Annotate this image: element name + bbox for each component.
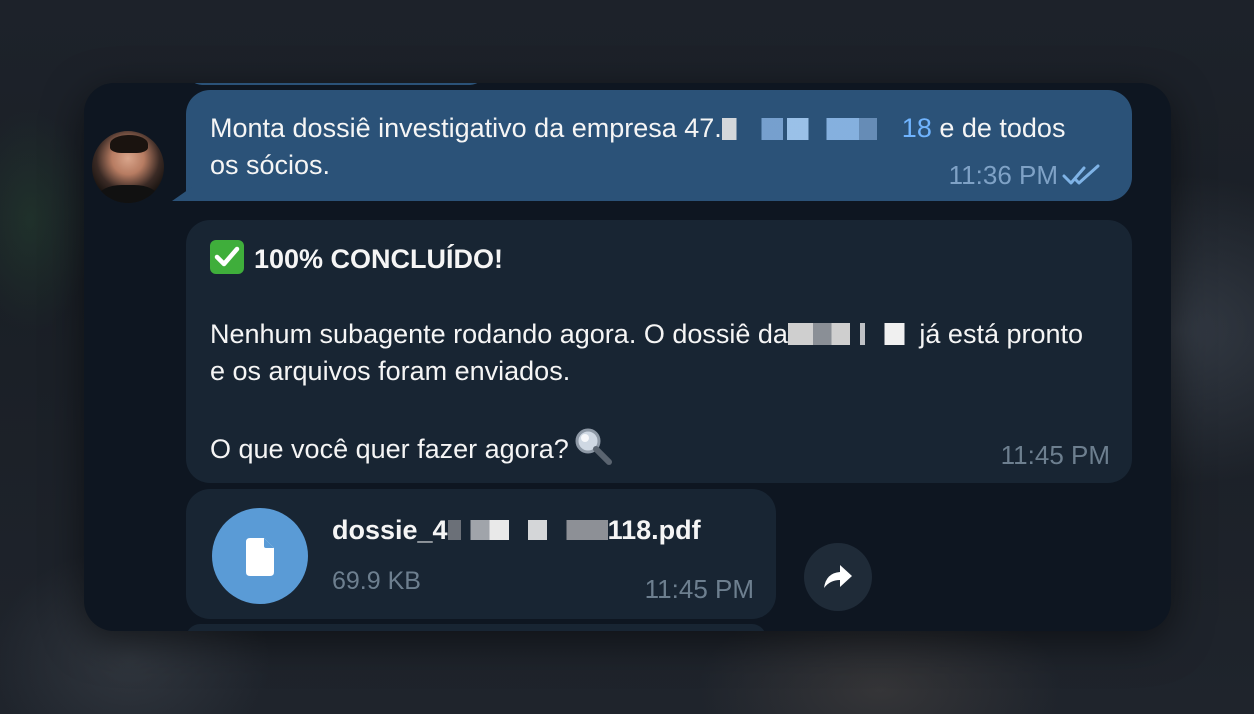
message-title: 100% CONCLUÍDO!	[210, 240, 503, 277]
check-mark-icon	[210, 240, 244, 274]
redacted-text	[787, 323, 912, 345]
incoming-message[interactable]: 100% CONCLUÍDO! Nenhum subagente rodando…	[186, 220, 1132, 483]
chat-panel: Monta dossiê investigativo da empresa 47…	[84, 83, 1171, 631]
file-message[interactable]: dossie_4 118.pdf 69.9 KB 11:45 PM	[186, 489, 776, 619]
file-size: 69.9 KB	[332, 567, 421, 595]
share-button[interactable]	[804, 543, 872, 611]
magnifying-glass-icon	[575, 428, 612, 465]
redacted-text	[447, 520, 608, 540]
file-name[interactable]: dossie_4 118.pdf	[332, 515, 701, 546]
previous-message-bubble[interactable]	[188, 83, 484, 85]
outgoing-message[interactable]: Monta dossiê investigativo da empresa 47…	[172, 90, 1132, 201]
incoming-message-text: Nenhum subagente rodando agora. O dossiê…	[210, 319, 1084, 465]
next-message-bubble[interactable]	[186, 624, 766, 631]
share-forward-icon	[824, 565, 852, 588]
avatar[interactable]	[92, 131, 164, 203]
redacted-text	[721, 118, 902, 140]
company-id-link[interactable]: 18	[902, 113, 932, 143]
file-timestamp: 11:45 PM	[644, 574, 754, 604]
outgoing-timestamp: 11:36 PM	[948, 160, 1058, 190]
incoming-timestamp: 11:45 PM	[1000, 440, 1110, 470]
double-check-icon	[1062, 164, 1100, 185]
document-icon[interactable]	[212, 508, 308, 604]
